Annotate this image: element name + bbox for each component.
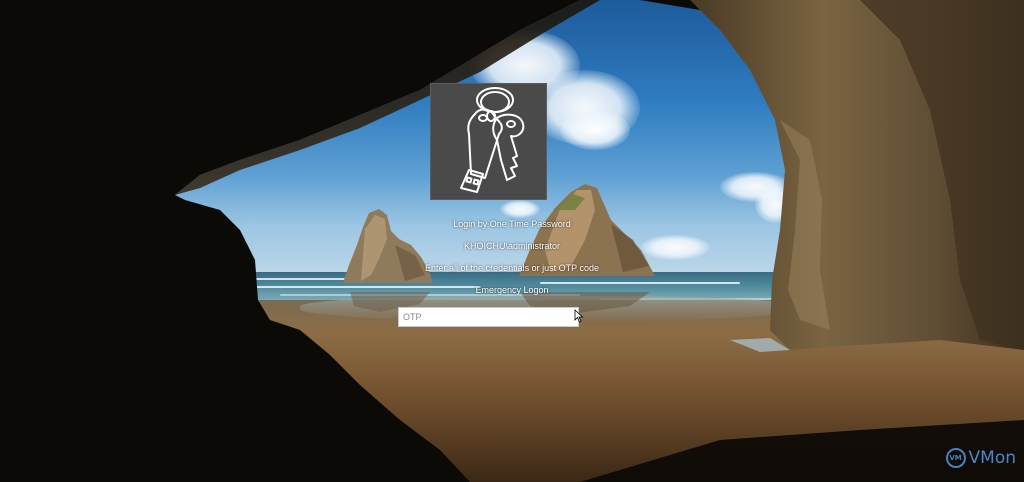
user-tile: [430, 83, 547, 200]
emergency-logon-link[interactable]: Emergency Logon: [0, 285, 1024, 295]
credentials-hint: Enter all of the credentials or just OTP…: [425, 263, 599, 273]
watermark-text: VMon: [968, 448, 1016, 468]
username-label: KHOICHU\administrator: [463, 241, 561, 251]
otp-input[interactable]: [398, 307, 579, 327]
usb-key-icon: [460, 87, 525, 193]
lock-screen: Login by One Time Password KHOICHU\admin…: [0, 0, 1024, 482]
login-panel: Login by One Time Password KHOICHU\admin…: [0, 0, 1024, 482]
watermark: VM VMon: [945, 448, 1016, 468]
watermark-badge: VM: [945, 448, 966, 468]
login-title: Login by One Time Password: [453, 219, 571, 229]
mouse-cursor-icon: [574, 309, 584, 323]
